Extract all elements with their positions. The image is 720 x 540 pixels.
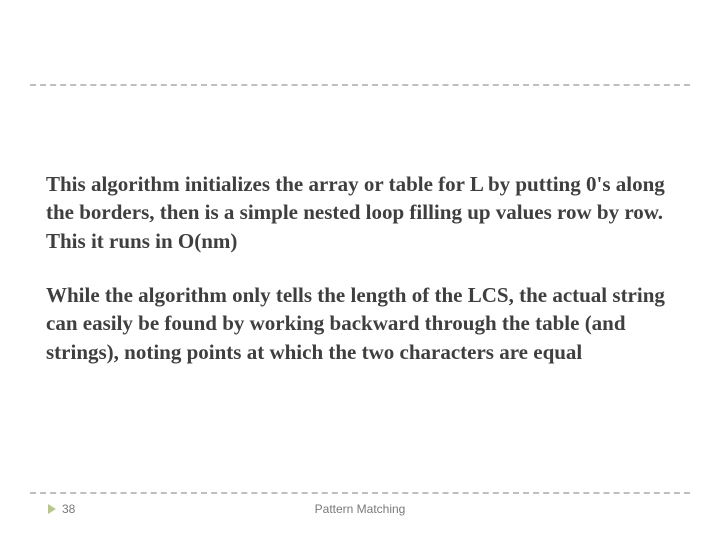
bottom-divider (30, 492, 690, 494)
footer: 38 Pattern Matching (0, 502, 720, 526)
paragraph-2: While the algorithm only tells the lengt… (46, 281, 674, 366)
top-divider (30, 84, 690, 86)
footer-title: Pattern Matching (0, 502, 720, 516)
paragraph-1: This algorithm initializes the array or … (46, 170, 674, 255)
slide: This algorithm initializes the array or … (0, 0, 720, 540)
body-content: This algorithm initializes the array or … (46, 170, 674, 392)
